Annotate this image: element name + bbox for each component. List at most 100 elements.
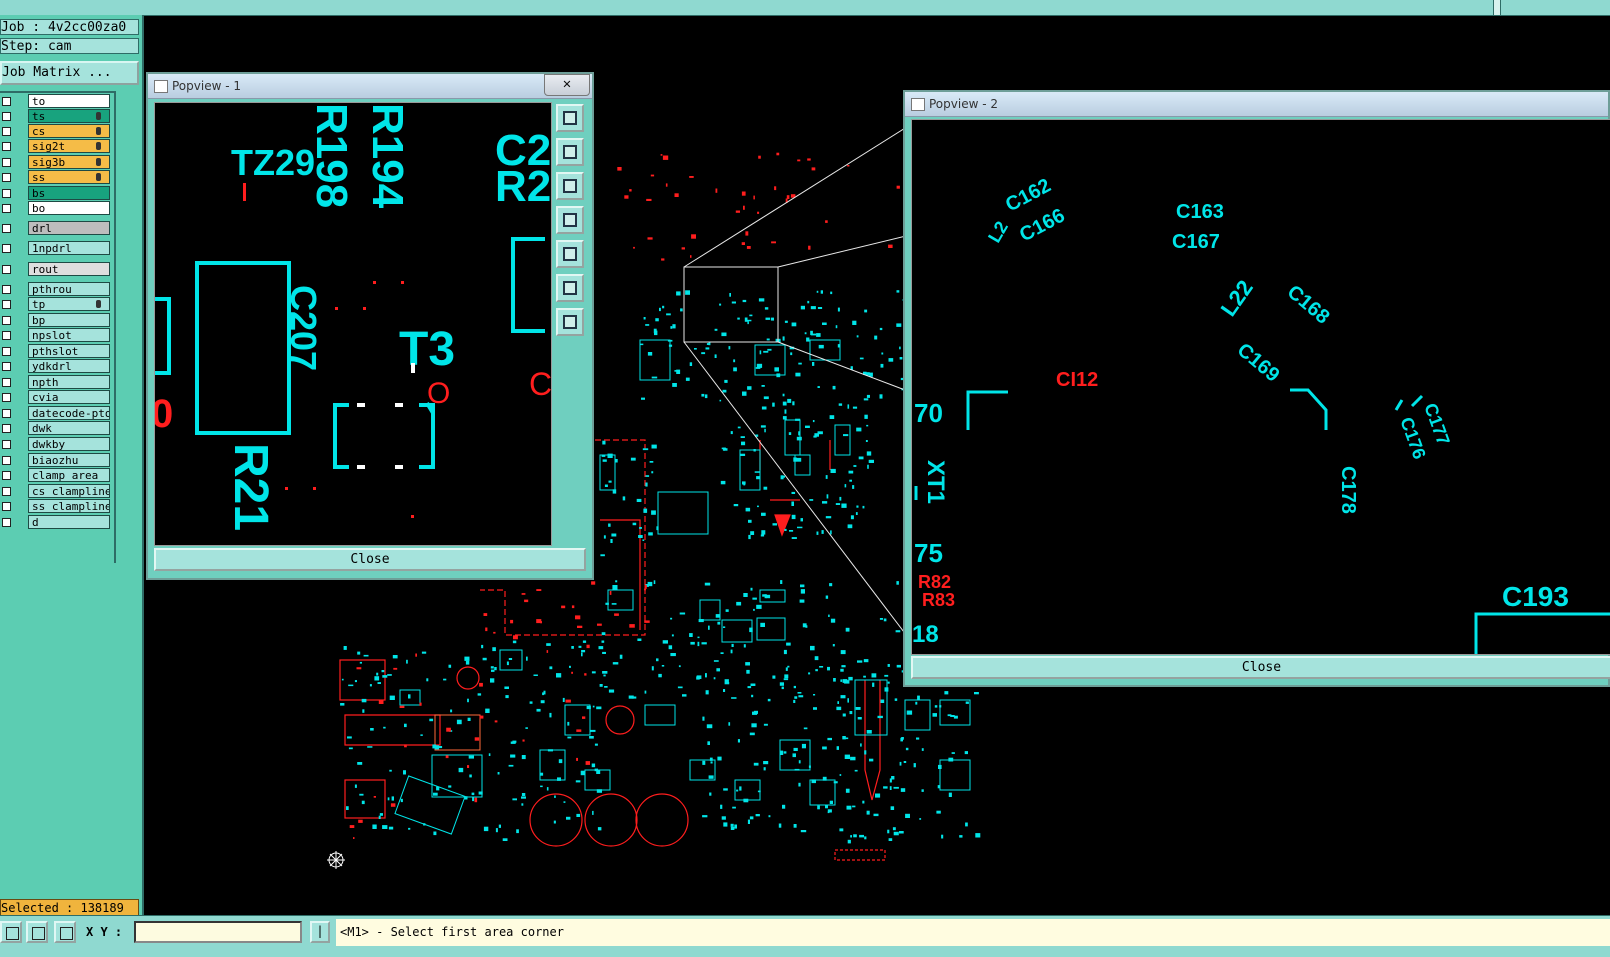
layer-checkbox[interactable] (2, 409, 11, 418)
layer-name[interactable]: to (28, 94, 110, 108)
popview-1-titlebar[interactable]: Popview - 1 (148, 74, 592, 99)
layer-row-cvia[interactable]: cvia (0, 390, 114, 405)
job-matrix-button[interactable]: Job Matrix ... (0, 61, 139, 85)
layer-checkbox[interactable] (2, 362, 11, 371)
layer-row-npth[interactable]: npth (0, 375, 114, 390)
popview-2-close-button[interactable]: Close (911, 656, 1610, 679)
layer-row-bs[interactable]: bs (0, 186, 114, 201)
layer-row-clamp_area[interactable]: clamp_area (0, 468, 114, 483)
layer-name[interactable]: npslot (28, 328, 110, 342)
layer-checkbox[interactable] (2, 189, 11, 198)
pan-right-icon[interactable] (556, 240, 584, 268)
layer-row-drl[interactable]: drl (0, 221, 114, 236)
layer-row-bo[interactable]: bo (0, 201, 114, 216)
layer-row-rout[interactable]: rout (0, 262, 114, 277)
layer-checkbox[interactable] (2, 316, 11, 325)
layer-name[interactable]: biaozhu (28, 453, 110, 467)
zoom-icon[interactable] (26, 921, 48, 943)
layer-name[interactable]: tp (28, 297, 110, 311)
layer-name[interactable]: pthrou (28, 282, 110, 296)
layer-checkbox[interactable] (2, 142, 11, 151)
layer-checkbox[interactable] (2, 97, 11, 106)
layer-row-to[interactable]: to (0, 94, 114, 109)
zoom-home-icon[interactable] (556, 104, 584, 132)
layer-name[interactable]: datecode-pto (28, 406, 110, 420)
layer-checkbox[interactable] (2, 244, 11, 253)
layer-row-1npdrl[interactable]: 1npdrl (0, 241, 114, 256)
layer-row-ts[interactable]: ts (0, 109, 114, 124)
layer-name[interactable]: ss (28, 170, 110, 184)
layer-name[interactable]: ydkdrl (28, 359, 110, 373)
layer-name[interactable]: 1npdrl (28, 241, 110, 255)
layer-name[interactable]: bp (28, 313, 110, 327)
layer-name[interactable]: cvia (28, 390, 110, 404)
layer-checkbox[interactable] (2, 347, 11, 356)
popview-2-titlebar[interactable]: Popview - 2 (905, 92, 1608, 117)
layer-name[interactable]: pthslot (28, 344, 110, 358)
layer-row-biaozhu[interactable]: biaozhu (0, 453, 114, 468)
layer-name[interactable]: d (28, 515, 110, 529)
layer-row-sig2t[interactable]: sig2t (0, 139, 114, 154)
layer-checkbox[interactable] (2, 456, 11, 465)
zoom-out-icon[interactable] (556, 172, 584, 200)
layer-row-d[interactable]: d (0, 515, 114, 530)
layer-row-bp[interactable]: bp (0, 313, 114, 328)
layer-row-ss_clamplines[interactable]: ss_clamplines (0, 499, 114, 514)
layer-row-tp[interactable]: tp (0, 297, 114, 312)
layer-row-dwkby[interactable]: dwkby (0, 437, 114, 452)
layer-checkbox[interactable] (2, 378, 11, 387)
layer-checkbox[interactable] (2, 158, 11, 167)
layer-name[interactable]: dwk (28, 421, 110, 435)
layer-name[interactable]: bs (28, 186, 110, 200)
close-icon[interactable]: ✕ (544, 74, 590, 96)
layer-checkbox[interactable] (2, 300, 11, 309)
layer-row-pthslot[interactable]: pthslot (0, 344, 114, 359)
layer-name[interactable]: cs (28, 124, 110, 138)
layer-checkbox[interactable] (2, 265, 11, 274)
layer-checkbox[interactable] (2, 285, 11, 294)
pan-icon[interactable] (0, 921, 22, 943)
layer-name[interactable]: npth (28, 375, 110, 389)
layer-row-dwk[interactable]: dwk (0, 421, 114, 436)
layer-row-cs[interactable]: cs (0, 124, 114, 139)
layer-name[interactable]: drl (28, 221, 110, 235)
layer-row-pthrou[interactable]: pthrou (0, 282, 114, 297)
grid-icon[interactable] (54, 921, 76, 943)
fit-icon[interactable] (556, 274, 584, 302)
layer-name[interactable]: dwkby (28, 437, 110, 451)
layer-name[interactable]: ts (28, 109, 110, 123)
layer-checkbox[interactable] (2, 331, 11, 340)
layer-checkbox[interactable] (2, 502, 11, 511)
layer-row-ss[interactable]: ss (0, 170, 114, 185)
layer-row-ydkdrl[interactable]: ydkdrl (0, 359, 114, 374)
layer-checkbox[interactable] (2, 224, 11, 233)
layer-name[interactable]: rout (28, 262, 110, 276)
xy-input[interactable] (134, 921, 302, 943)
layer-checkbox[interactable] (2, 440, 11, 449)
layer-checkbox[interactable] (2, 127, 11, 136)
layer-checkbox[interactable] (2, 487, 11, 496)
zoom-in-icon[interactable] (556, 138, 584, 166)
pan-left-icon[interactable] (556, 206, 584, 234)
layer-row-npslot[interactable]: npslot (0, 328, 114, 343)
layer-checkbox[interactable] (2, 393, 11, 402)
layer-checkbox[interactable] (2, 112, 11, 121)
layer-name[interactable]: cs_clamplines (28, 484, 110, 498)
layer-name[interactable]: ss_clamplines (28, 499, 110, 513)
layer-checkbox[interactable] (2, 424, 11, 433)
layer-name[interactable]: sig3b (28, 155, 110, 169)
zoom-area-icon[interactable] (556, 308, 584, 336)
layer-row-cs_clamplines[interactable]: cs_clamplines (0, 484, 114, 499)
popview-1-canvas[interactable]: TZ29 R194 R198 C2 R2 C207 T3 R21 O C 0 (154, 102, 552, 546)
coordinate-mode-button[interactable]: | (310, 921, 330, 943)
popview-1-close-button[interactable]: Close (154, 548, 586, 571)
layer-checkbox[interactable] (2, 204, 11, 213)
layer-row-datecode-pto[interactable]: datecode-pto (0, 406, 114, 421)
layer-name[interactable]: bo (28, 201, 110, 215)
layer-name[interactable]: clamp_area (28, 468, 110, 482)
layer-name[interactable]: sig2t (28, 139, 110, 153)
layer-checkbox[interactable] (2, 471, 11, 480)
layer-checkbox[interactable] (2, 173, 11, 182)
layer-checkbox[interactable] (2, 518, 11, 527)
popview-2-canvas[interactable]: C162 C166 L2 C163 C167 L22 C168 C169 CI1… (911, 119, 1610, 655)
